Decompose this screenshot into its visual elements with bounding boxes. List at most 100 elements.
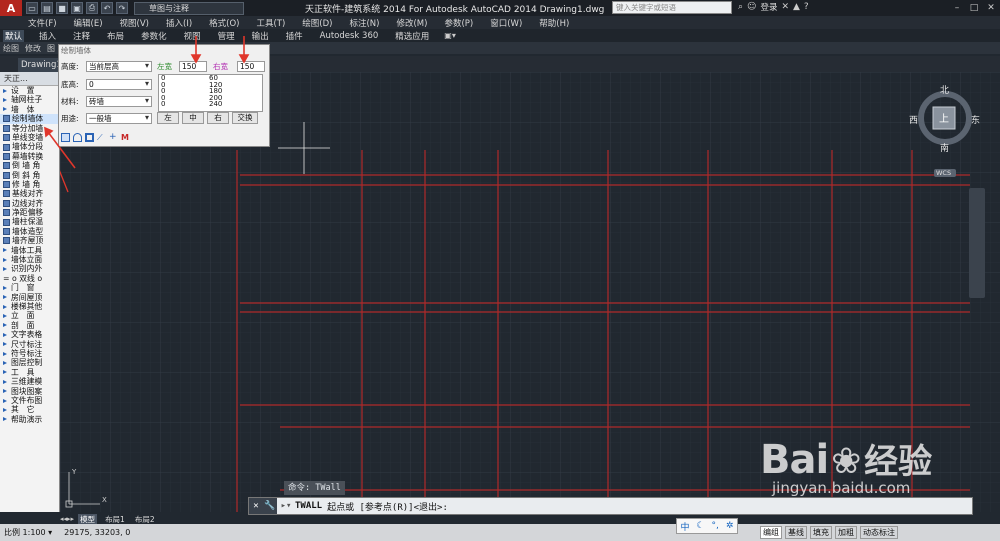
ribbon-toggle-icon[interactable]: ▣▾: [444, 31, 456, 40]
layout-nav-icon[interactable]: ◂◂▸▸: [60, 515, 74, 523]
punct-icon[interactable]: °,: [712, 521, 719, 531]
modulus-toggle[interactable]: M: [121, 133, 129, 142]
menu-insert[interactable]: 插入(I): [166, 17, 192, 29]
panel-draw[interactable]: 绘图: [3, 43, 19, 54]
sidebar-item[interactable]: 设 置: [0, 86, 59, 95]
straight-wall-icon[interactable]: [61, 133, 70, 142]
save-as-icon[interactable]: ▣: [71, 2, 83, 14]
menu-file[interactable]: 文件(F): [28, 17, 57, 29]
sidebar-item[interactable]: 基线对齐: [0, 189, 59, 198]
redo-icon[interactable]: ↷: [116, 2, 128, 14]
sidebar-item[interactable]: 文件布图: [0, 396, 59, 405]
tab-plugins[interactable]: 插件: [284, 30, 305, 42]
sidebar-item[interactable]: 三维建模: [0, 377, 59, 386]
sidebar-item[interactable]: 修 墙 角: [0, 180, 59, 189]
align-center-button[interactable]: 中: [182, 112, 204, 124]
right-width-input[interactable]: 150: [237, 61, 265, 72]
navigation-bar[interactable]: [969, 188, 985, 298]
arc-wall-icon[interactable]: [73, 133, 82, 142]
wcs-label[interactable]: WCS: [936, 169, 951, 177]
sidebar-item[interactable]: 墙体造型: [0, 227, 59, 236]
ime-chinese[interactable]: 中: [680, 520, 689, 533]
menu-dimension[interactable]: 标注(N): [349, 17, 379, 29]
ime-toolbar[interactable]: 中 ☾ °, ✲: [676, 518, 738, 534]
sidebar-item[interactable]: 符号标注: [0, 349, 59, 358]
tab-view[interactable]: 视图: [182, 30, 203, 42]
viewcube-top[interactable]: 上: [939, 110, 949, 125]
usage-select[interactable]: 一般墙: [86, 113, 152, 124]
tab-output[interactable]: 输出: [250, 30, 271, 42]
sidebar-item[interactable]: 倒 墙 角: [0, 161, 59, 170]
print-icon[interactable]: ⎙: [86, 2, 98, 14]
status-bold[interactable]: 加粗: [835, 526, 857, 539]
sidebar-header[interactable]: 天正...: [0, 72, 59, 86]
menu-format[interactable]: 格式(O): [209, 17, 239, 29]
open-file-icon[interactable]: ▤: [41, 2, 53, 14]
rect-wall-icon[interactable]: [85, 133, 94, 142]
sidebar-item[interactable]: 墙柱保温: [0, 217, 59, 226]
sidebar-item[interactable]: 墙体立面: [0, 255, 59, 264]
menu-window[interactable]: 窗口(W): [490, 17, 522, 29]
help-icon[interactable]: ?: [804, 2, 809, 12]
sidebar-item[interactable]: 尺寸标注: [0, 340, 59, 349]
pick-icon[interactable]: ⟋: [97, 133, 106, 142]
sidebar-item[interactable]: 墙 体: [0, 105, 59, 114]
status-fill[interactable]: 填充: [810, 526, 832, 539]
sidebar-item[interactable]: 轴网柱子: [0, 95, 59, 104]
tab-parametric[interactable]: 参数化: [139, 30, 169, 42]
exchange-icon[interactable]: ✕: [781, 2, 789, 12]
tab-layout2[interactable]: 布局2: [133, 514, 157, 525]
sidebar-item[interactable]: 工 具: [0, 368, 59, 377]
workspace-select[interactable]: 草图与注释: [134, 1, 244, 15]
sidebar-item[interactable]: 幕墙转换: [0, 152, 59, 161]
menu-modify[interactable]: 修改(M): [396, 17, 427, 29]
material-select[interactable]: 砖墙: [86, 96, 152, 107]
sidebar-item[interactable]: 墙体工具: [0, 246, 59, 255]
menu-parametric[interactable]: 参数(P): [444, 17, 473, 29]
sidebar-item[interactable]: 楼梯其他: [0, 302, 59, 311]
sidebar-item[interactable]: 其 它: [0, 405, 59, 414]
menu-draw[interactable]: 绘图(D): [302, 17, 332, 29]
status-group[interactable]: 编组: [760, 526, 782, 539]
search-input[interactable]: 键入关键字或短语: [612, 1, 732, 14]
sidebar-item[interactable]: 墙体分段: [0, 142, 59, 151]
menu-edit[interactable]: 编辑(E): [74, 17, 103, 29]
search-icon[interactable]: ⌕: [738, 2, 743, 12]
sidebar-item[interactable]: 等分加墙: [0, 124, 59, 133]
left-width-input[interactable]: 150: [179, 61, 207, 72]
panel-layer[interactable]: 图: [47, 43, 55, 54]
ortho-icon[interactable]: +: [109, 133, 118, 142]
sidebar-item[interactable]: 绘制墙体: [0, 114, 59, 124]
status-dynamic-dim[interactable]: 动态标注: [860, 526, 898, 539]
menu-tools[interactable]: 工具(T): [256, 17, 285, 29]
tab-manage[interactable]: 管理: [216, 30, 237, 42]
tab-featured-apps[interactable]: 精选应用: [393, 30, 431, 42]
a360-icon[interactable]: ▲: [793, 2, 800, 12]
maximize-button[interactable]: □: [967, 1, 981, 14]
base-height-select[interactable]: 0: [86, 79, 152, 90]
tab-default[interactable]: 默认: [3, 29, 25, 42]
status-baseline[interactable]: 基线: [785, 526, 807, 539]
height-select[interactable]: 当前层高: [86, 61, 152, 72]
new-file-icon[interactable]: ▭: [26, 2, 38, 14]
menu-view[interactable]: 视图(V): [120, 17, 149, 29]
sidebar-item[interactable]: 识别内外: [0, 264, 59, 273]
login-link[interactable]: 登录: [760, 1, 777, 13]
settings-icon[interactable]: ✲: [726, 521, 734, 531]
status-scale[interactable]: 比例 1:100 ▾: [4, 527, 52, 538]
cmd-customize-icon[interactable]: 🔧: [263, 498, 277, 514]
sidebar-item[interactable]: 房间屋顶: [0, 293, 59, 302]
sidebar-item[interactable]: 倒 斜 角: [0, 171, 59, 180]
sidebar-item[interactable]: 边线对齐: [0, 199, 59, 208]
app-menu-button[interactable]: A: [0, 0, 22, 16]
sidebar-item[interactable]: 图块图案: [0, 387, 59, 396]
sidebar-item[interactable]: 文字表格: [0, 330, 59, 339]
command-line[interactable]: ✕ 🔧 ▸▾ TWALL 起点或 [参考点(R)]<退出>:: [248, 497, 973, 515]
moon-icon[interactable]: ☾: [696, 521, 704, 531]
minimize-button[interactable]: –: [950, 1, 964, 14]
align-left-button[interactable]: 左: [157, 112, 179, 124]
tab-layout1[interactable]: 布局1: [103, 514, 127, 525]
swap-button[interactable]: 交换: [232, 112, 258, 124]
viewcube[interactable]: 北 南 西 东 上 WCS: [909, 83, 980, 178]
panel-modify[interactable]: 修改: [25, 43, 41, 54]
